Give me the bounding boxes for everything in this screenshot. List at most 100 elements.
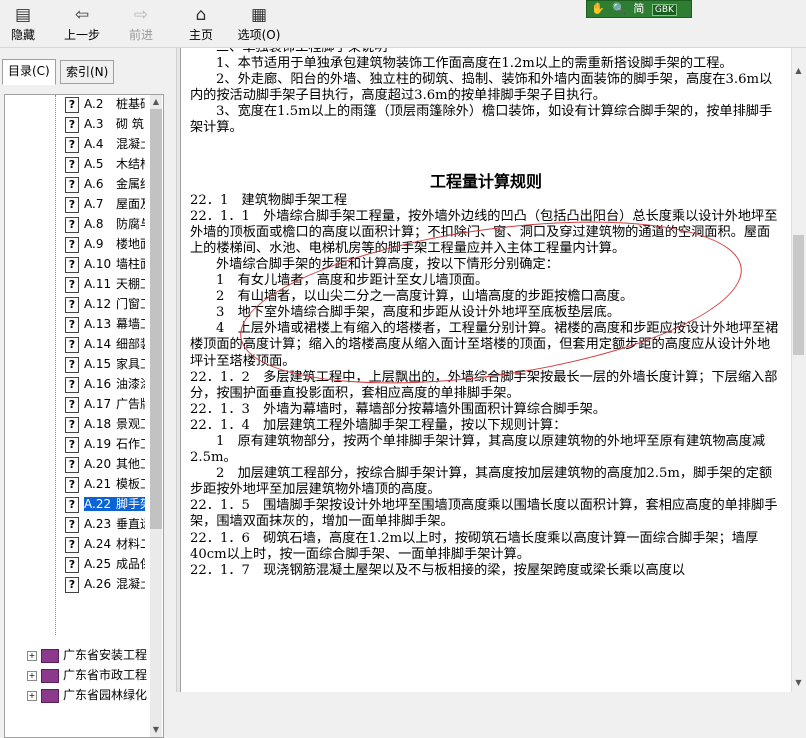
tree-item[interactable]: ? A.17 广告牌 — [5, 394, 145, 414]
tree-item[interactable]: ? A.20 其他工 — [5, 454, 145, 474]
tree-item-code: A.12 — [84, 297, 112, 311]
tree-item-code: A.18 — [84, 417, 112, 431]
tree-scroll-up-icon[interactable]: ▲ — [150, 95, 162, 109]
tree-item[interactable]: ? A.15 家具工 — [5, 354, 145, 374]
options-icon: ▦ — [250, 5, 268, 25]
expand-icon[interactable]: + — [27, 670, 37, 681]
tree-item[interactable]: ? A.13 幕墙工 — [5, 314, 145, 334]
tree-item[interactable]: ? A.16 油漆涂 — [5, 374, 145, 394]
tree-item-code: A.17 — [84, 397, 112, 411]
tree-item-code: A.19 — [84, 437, 112, 451]
tree-item[interactable]: ? A.8 防腐与 — [5, 214, 145, 234]
tree-item-label: A.6 金属结 — [84, 177, 145, 191]
tree-item[interactable]: ? A.22 脚手架 — [5, 494, 145, 514]
tree-item[interactable]: ? A.4 混凝土 — [5, 134, 145, 154]
tree-item-title: 油漆涂 — [116, 377, 145, 391]
ime-status-bar[interactable]: ✋ 🔍 简 GBK — [586, 0, 692, 18]
tree-item-label: A.15 家具工 — [84, 357, 145, 371]
tree-item[interactable]: ? A.11 天棚工 — [5, 274, 145, 294]
tree-item-title: 脚手架 — [116, 497, 145, 511]
tree-item[interactable]: ? A.14 细部装 — [5, 334, 145, 354]
tree-item-label: A.26 混凝土 — [84, 577, 145, 591]
tree-item[interactable]: ? A.23 垂直运 — [5, 514, 145, 534]
home-icon: ⌂ — [195, 5, 207, 25]
rule-paragraph: 22．1．3 外墙为幕墙时，幕墙部分按幕墙外围面积计算综合脚手架。 — [190, 401, 606, 417]
tree-item-label: A.21 模板工 — [84, 477, 145, 491]
tree-item-title: 天棚工 — [116, 277, 145, 291]
tree-item[interactable]: ? A.5 木结构 — [5, 154, 145, 174]
rule-paragraph: 3 地下室外墙综合脚手架，高度和步距从设计外地坪至底板垫层底。 — [216, 305, 621, 321]
tree-item[interactable]: ? A.18 景观工 — [5, 414, 145, 434]
tree-item[interactable]: ? A.19 石作工 — [5, 434, 145, 454]
hand-icon: ✋ — [591, 2, 605, 15]
tab-contents[interactable]: 目录(C) — [2, 59, 56, 85]
content-scrollbar[interactable] — [791, 48, 806, 692]
tree-item[interactable]: ? A.2 桩基础 — [5, 95, 145, 114]
tree-item-label: A.5 木结构 — [84, 157, 145, 171]
tree-item-code: A.4 — [84, 137, 104, 151]
help-topic-icon: ? — [65, 356, 79, 373]
back-arrow-icon: ⇦ — [74, 5, 90, 25]
expand-icon[interactable]: + — [27, 690, 37, 701]
tree-item-code: A.24 — [84, 537, 112, 551]
tree-item-code: A.11 — [84, 277, 112, 291]
rule-paragraph: 22．1．6 砌筑石墙，高度在1.2m以上时，按砌筑石墙长度乘以高度计算一面综合… — [190, 530, 759, 562]
help-topic-icon: ? — [65, 336, 79, 353]
expand-icon[interactable]: + — [27, 650, 37, 661]
tree-item[interactable]: ? A.9 楼地面 — [5, 234, 145, 254]
tree-book[interactable]: + 广东省安装工程 — [5, 645, 147, 665]
tree-item-code: A.5 — [84, 157, 104, 171]
content-scroll-down-icon[interactable]: ▼ — [791, 676, 806, 690]
tree-item-title: 石作工 — [116, 437, 145, 451]
help-topic-icon: ? — [65, 156, 79, 173]
tree-scroll-down-icon[interactable]: ▼ — [150, 723, 162, 737]
contents-tree[interactable]: ▲ ▼ ? A.2 桩基础? A.3 砌 筑? A.4 混凝土? A.5 木结构? A.6 金属结?… — [4, 94, 164, 738]
tree-item-title: 墙柱面 — [116, 257, 145, 271]
tree-item-code: A.21 — [84, 477, 112, 491]
tree-item[interactable]: ? A.25 成品保 — [5, 554, 145, 574]
tree-scroll-thumb[interactable] — [150, 109, 162, 529]
help-topic-icon: ? — [65, 136, 79, 153]
rule-paragraph: 22．1．4 加层建筑工程外墙脚手架工程量，按以下规则计算： — [190, 417, 567, 433]
tree-book[interactable]: + 广东省园林绿化 — [5, 685, 147, 705]
book-icon — [41, 648, 59, 663]
tree-item-title: 砌 筑 — [116, 117, 144, 131]
help-topic-icon: ? — [65, 236, 79, 253]
tree-item-code: A.6 — [84, 177, 104, 191]
tree-item-code: A.7 — [84, 197, 104, 211]
tree-item-code: A.10 — [84, 257, 112, 271]
options-button[interactable]: ▦ 选项(O) — [234, 4, 284, 44]
tree-item[interactable]: ? A.10 墙柱面 — [5, 254, 145, 274]
tree-item-title: 防腐与 — [116, 217, 145, 231]
help-topic-icon: ? — [65, 516, 79, 533]
tree-item[interactable]: ? A.12 门窗工 — [5, 294, 145, 314]
tree-item-title: 屋面及防 — [116, 197, 145, 211]
hide-button[interactable]: ▤ 隐藏 — [6, 4, 40, 44]
tree-item[interactable]: ? A.6 金属结 — [5, 174, 145, 194]
back-button[interactable]: ⇦ 上一步 — [60, 4, 104, 44]
tree-book-label: 广东省园林绿化 — [63, 688, 148, 702]
tree-item-label: A.12 门窗工 — [84, 297, 145, 311]
tree-item[interactable]: ? A.3 砌 筑 — [5, 114, 145, 134]
tree-item[interactable]: ? A.7 屋面及防 — [5, 194, 145, 214]
home-button[interactable]: ⌂ 主页 — [184, 4, 218, 44]
content-scroll-thumb[interactable] — [793, 235, 804, 355]
tree-item-title: 门窗工 — [116, 297, 145, 311]
tree-item[interactable]: ? A.26 混凝土 — [5, 574, 145, 594]
tree-item[interactable]: ? A.21 模板工 — [5, 474, 145, 494]
tree-item-title: 木结构 — [116, 157, 145, 171]
tree-item-label: A.20 其他工 — [84, 457, 145, 471]
tree-item-label: A.7 屋面及防 — [84, 197, 145, 211]
tree-item-title: 景观工 — [116, 417, 145, 431]
tree-item-label: A.23 垂直运 — [84, 517, 145, 531]
tree-item-label: A.19 石作工 — [84, 437, 145, 451]
tree-item[interactable]: ? A.24 材料二 — [5, 534, 145, 554]
tab-index[interactable]: 索引(N) — [60, 60, 115, 84]
tree-item-label: A.22 脚手架 — [84, 497, 145, 511]
tree-item-title: 广告牌 — [116, 397, 145, 411]
tree-book-label: 广东省市政工程 — [63, 668, 148, 682]
forward-button[interactable]: ⇨ 前进 — [124, 4, 158, 44]
tree-book[interactable]: + 广东省市政工程 — [5, 665, 147, 685]
content-scroll-up-icon[interactable]: ▲ — [791, 64, 806, 78]
